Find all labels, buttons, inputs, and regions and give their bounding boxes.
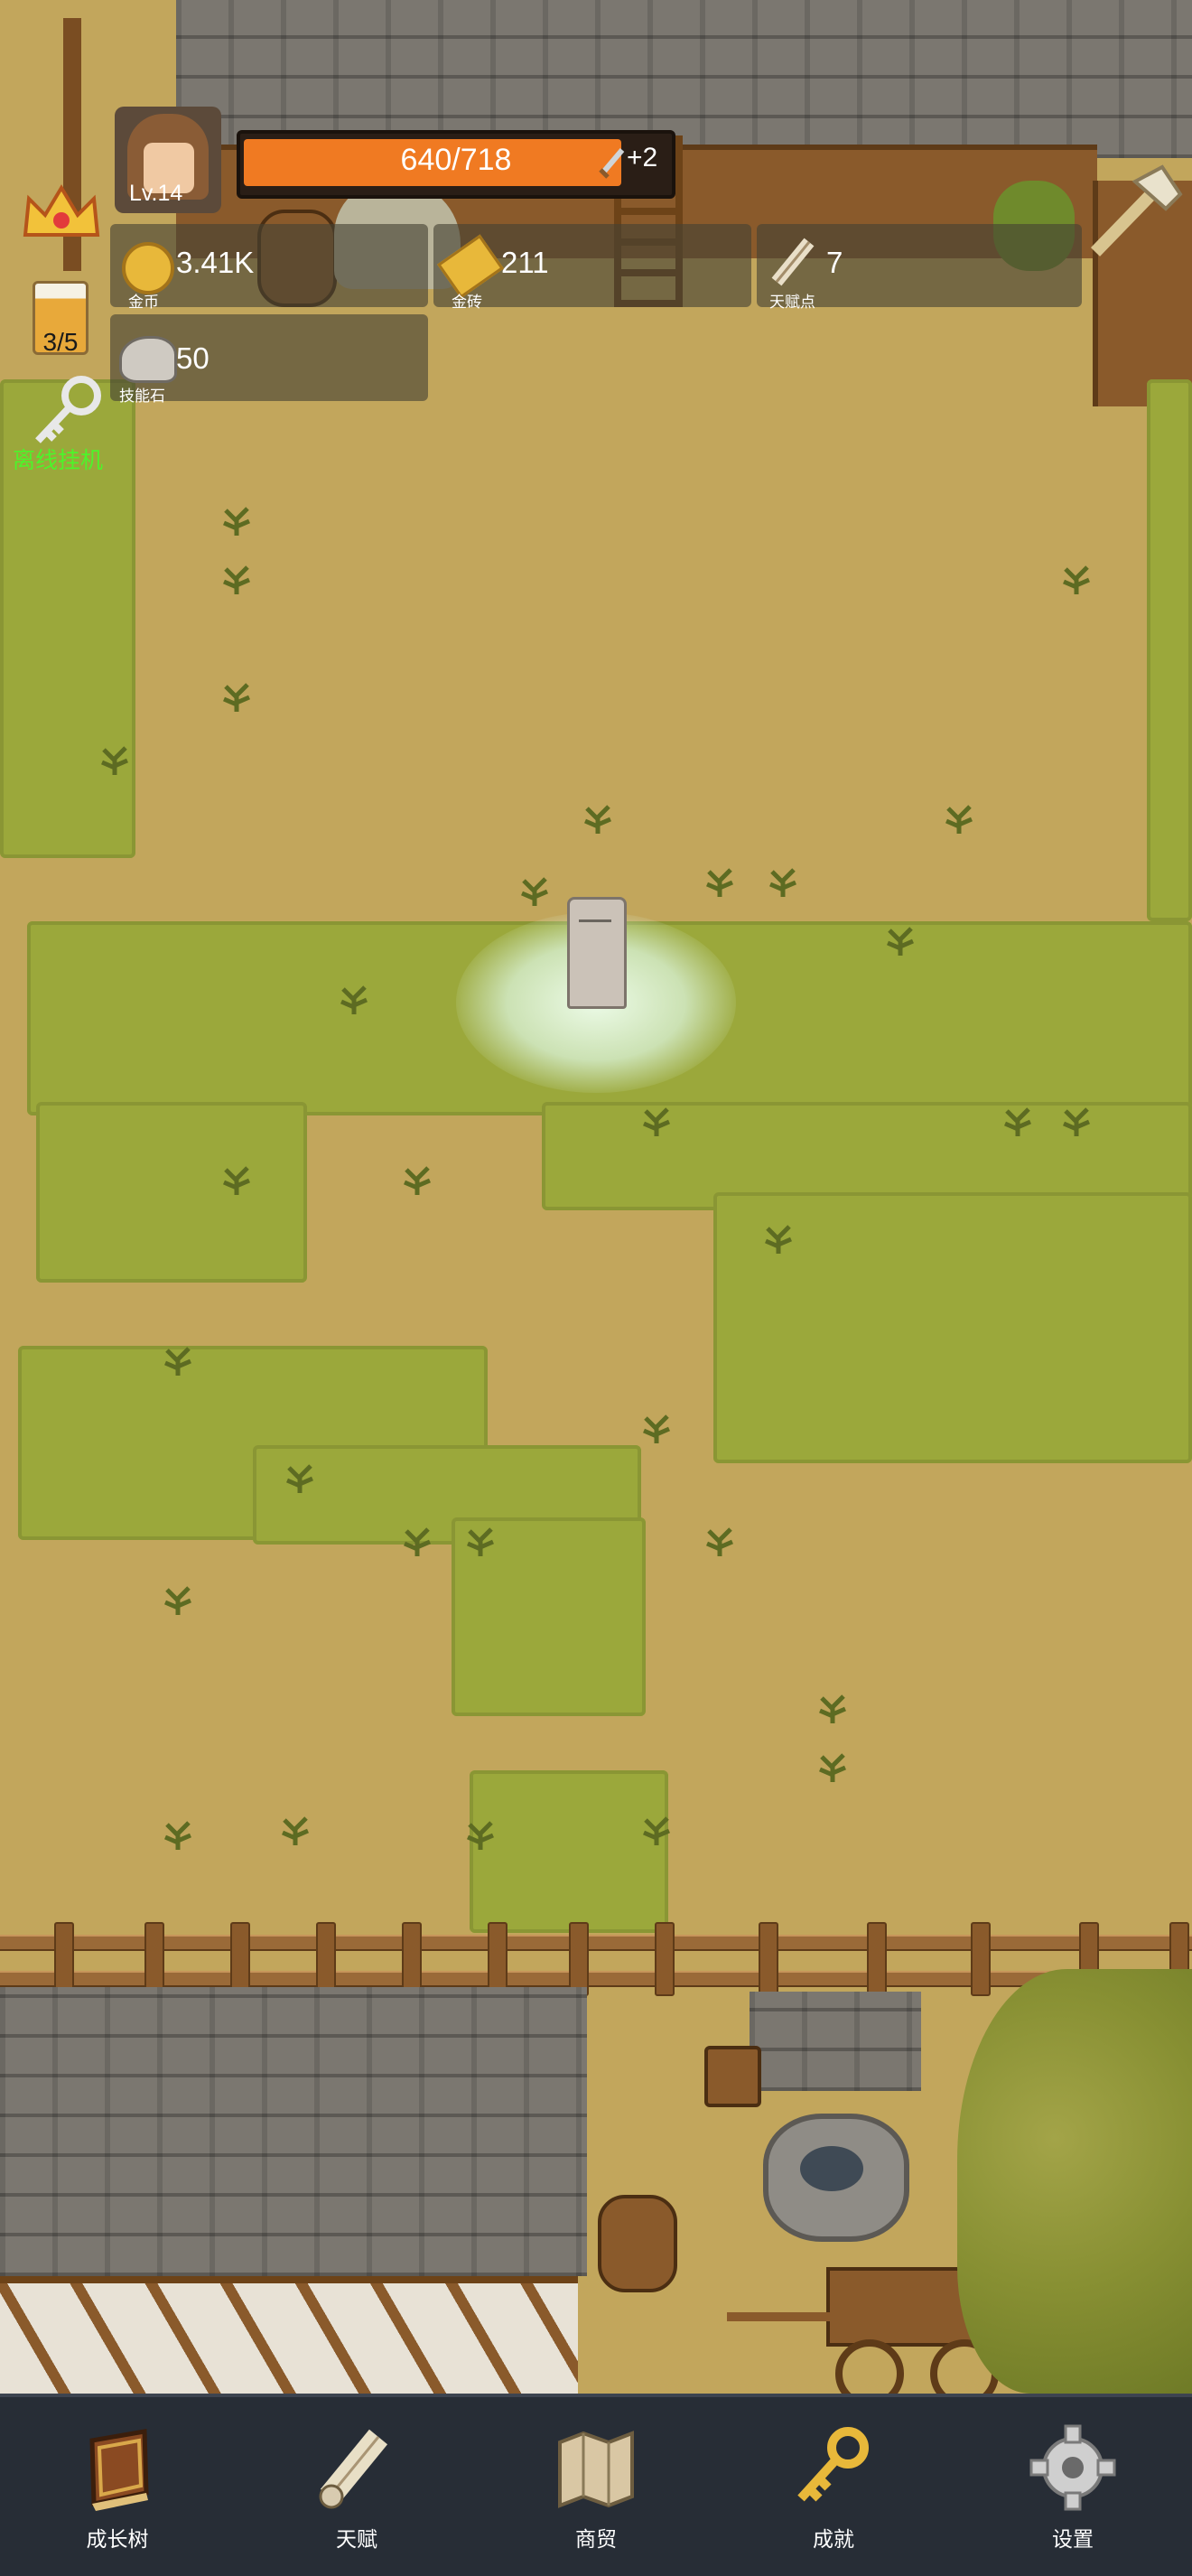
book-icon bbox=[89, 2429, 149, 2511]
bottom-house-wall bbox=[0, 2276, 578, 2394]
fence-post bbox=[569, 1922, 589, 1996]
nav-achievement[interactable]: 成就 bbox=[761, 2397, 906, 2576]
sprout-icon bbox=[819, 1753, 846, 1782]
gold-value: 3.41K bbox=[176, 246, 255, 279]
bottom-nav: 成长树 天赋 商贸 成就 设置 bbox=[0, 2394, 1192, 2576]
sprout-icon bbox=[706, 1527, 733, 1556]
wall-beams bbox=[0, 2283, 578, 2394]
sprout-icon bbox=[101, 746, 128, 775]
key-icon bbox=[797, 2427, 869, 2502]
hp-bar: 640/718 +2 bbox=[237, 130, 675, 199]
sprout-icon bbox=[945, 805, 973, 834]
goldbar-caption: 金砖 bbox=[452, 294, 482, 312]
sprout-icon bbox=[286, 1464, 313, 1493]
water-bucket bbox=[704, 2046, 761, 2107]
talent-caption: 天赋点 bbox=[769, 294, 815, 312]
goldbar-value: 211 bbox=[501, 246, 549, 279]
nav-trade[interactable]: 商贸 bbox=[524, 2397, 668, 2576]
hp-bonus: +2 bbox=[627, 143, 658, 173]
talent-scroll-icon bbox=[771, 238, 815, 286]
sprout-icon bbox=[282, 1816, 309, 1845]
talent-value: 7 bbox=[826, 246, 843, 279]
grass-patch bbox=[36, 1102, 307, 1283]
sprout-icon bbox=[404, 1166, 431, 1195]
nav-growth-tree-label: 成长树 bbox=[86, 2528, 149, 2552]
hammer-icon[interactable] bbox=[1079, 158, 1187, 266]
sprout-icon bbox=[819, 1694, 846, 1723]
beer-button[interactable]: 3/5 bbox=[29, 275, 92, 357]
sprout-icon bbox=[164, 1347, 191, 1376]
gold-caption: 金币 bbox=[128, 294, 159, 312]
beer-count: 3/5 bbox=[42, 328, 79, 356]
crown-icon bbox=[23, 184, 100, 237]
player-level: Lv.14 bbox=[129, 181, 183, 206]
grass-patch bbox=[1147, 379, 1192, 921]
nav-talent-label: 天赋 bbox=[336, 2528, 377, 2552]
sprout-icon bbox=[706, 868, 733, 897]
sprout-icon bbox=[765, 1225, 792, 1254]
fence-post bbox=[971, 1922, 991, 1996]
sprout-icon bbox=[404, 1527, 431, 1556]
nav-talent[interactable]: 天赋 bbox=[284, 2397, 429, 2576]
sprout-icon bbox=[521, 877, 548, 906]
fence-post bbox=[488, 1922, 508, 1996]
skillstone-value: 50 bbox=[176, 341, 210, 375]
sprout-icon bbox=[887, 927, 914, 956]
idle-button[interactable]: 离线挂机 bbox=[9, 370, 117, 479]
sprout-icon bbox=[1063, 1107, 1090, 1136]
gear-icon bbox=[1029, 2424, 1116, 2511]
sprout-icon bbox=[643, 1414, 670, 1443]
sprout-icon bbox=[769, 868, 796, 897]
scroll-icon bbox=[319, 2429, 388, 2509]
fence-post bbox=[655, 1922, 675, 1996]
well bbox=[763, 2114, 909, 2242]
fence-post bbox=[230, 1922, 250, 1996]
nav-achievement-label: 成就 bbox=[813, 2528, 854, 2552]
fence-post bbox=[402, 1922, 422, 1996]
sprout-icon bbox=[223, 1166, 250, 1195]
fence-rail bbox=[0, 1971, 1192, 1987]
key-icon bbox=[35, 376, 101, 443]
sprout-icon bbox=[223, 507, 250, 536]
grass-patch bbox=[470, 1770, 668, 1933]
nav-growth-tree[interactable]: 成长树 bbox=[45, 2397, 190, 2576]
sprout-icon bbox=[584, 805, 611, 834]
nav-trade-label: 商贸 bbox=[575, 2528, 617, 2552]
fence-post bbox=[316, 1922, 336, 1996]
sprout-icon bbox=[643, 1107, 670, 1136]
nav-settings-label: 设置 bbox=[1052, 2528, 1094, 2552]
sprout-icon bbox=[164, 1586, 191, 1615]
idle-label: 离线挂机 bbox=[13, 447, 104, 473]
tablet-face bbox=[579, 919, 611, 933]
well-roof bbox=[750, 1992, 921, 2091]
gold-coin-icon bbox=[122, 242, 174, 294]
skillstone-caption: 技能石 bbox=[119, 387, 165, 406]
fence-post bbox=[54, 1922, 74, 1996]
sprout-icon bbox=[223, 565, 250, 594]
sprout-icon bbox=[643, 1816, 670, 1845]
sprout-icon bbox=[1063, 565, 1090, 594]
sprout-icon bbox=[1004, 1107, 1031, 1136]
sprout-icon bbox=[467, 1821, 494, 1850]
tree bbox=[957, 1969, 1192, 2394]
bottom-barrel bbox=[598, 2195, 677, 2292]
sword-icon bbox=[599, 148, 625, 179]
sprout-icon bbox=[223, 683, 250, 712]
fence-post bbox=[144, 1922, 164, 1996]
bottom-house-roof bbox=[0, 1987, 587, 2276]
fence-rail bbox=[0, 1935, 1192, 1951]
map-icon bbox=[558, 2431, 634, 2508]
sprout-icon bbox=[467, 1527, 494, 1556]
nav-settings[interactable]: 设置 bbox=[1001, 2397, 1145, 2576]
fence-post bbox=[759, 1922, 778, 1996]
sprout-icon bbox=[340, 985, 368, 1014]
sprout-icon bbox=[164, 1821, 191, 1850]
skill-stone-icon bbox=[119, 336, 177, 383]
crown-button[interactable] bbox=[20, 181, 103, 244]
stone-tablet-character[interactable] bbox=[567, 897, 627, 1009]
fence-post bbox=[867, 1922, 887, 1996]
